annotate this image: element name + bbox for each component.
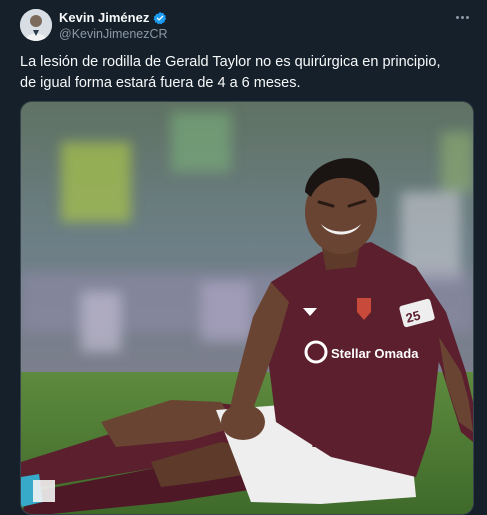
dot bbox=[455, 15, 459, 19]
author-handle[interactable]: @KevinJimenezCR bbox=[59, 27, 168, 41]
tweet-media-photo[interactable]: 12 25 Stellar Omada bbox=[20, 101, 474, 515]
kit-sponsor: Stellar Omada bbox=[331, 346, 419, 361]
injured-player-photo: 12 25 Stellar Omada bbox=[21, 102, 473, 514]
more-dots-icon[interactable] bbox=[451, 9, 473, 25]
profile-photo bbox=[20, 9, 52, 41]
verified-badge-icon bbox=[153, 11, 167, 24]
dot bbox=[460, 15, 464, 19]
tweet-card: Kevin Jiménez @KevinJimenezCR La lesión … bbox=[0, 0, 487, 515]
display-name[interactable]: Kevin Jiménez bbox=[59, 10, 149, 25]
tweet-text: La lesión de rodilla de Gerald Taylor no… bbox=[20, 54, 441, 91]
author-name-row: Kevin Jiménez bbox=[59, 10, 167, 25]
dot bbox=[465, 15, 469, 19]
avatar[interactable] bbox=[20, 9, 52, 41]
